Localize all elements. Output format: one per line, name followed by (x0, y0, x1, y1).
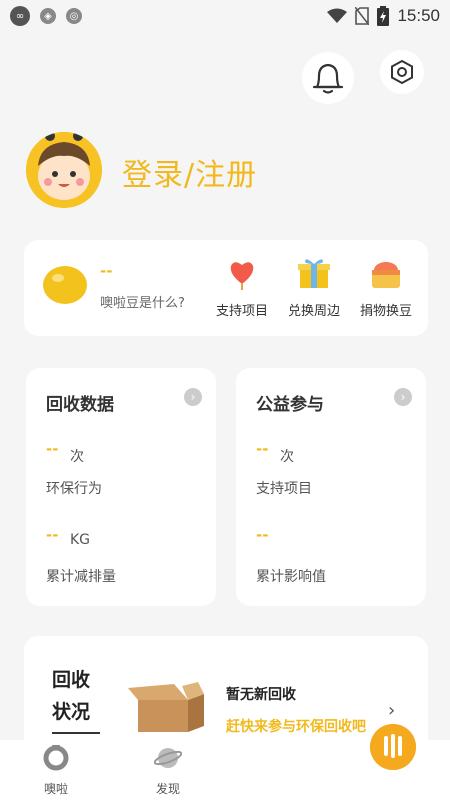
recycle-count-value: -- (46, 440, 59, 458)
gift-box-icon (298, 259, 330, 288)
support-project-button[interactable]: 支持项目 (212, 256, 272, 319)
chrome-app-icon: ◎ (66, 8, 82, 24)
exchange-merch-button[interactable]: 兑换周边 (284, 256, 344, 319)
balloon-heart-icon (230, 262, 254, 290)
ring-icon (43, 745, 69, 771)
support-project-label: 支持项目 (215, 304, 268, 319)
recycle-data-title: 回收数据 (46, 395, 114, 415)
support-count-unit: 次 (280, 449, 294, 465)
support-count-label: 支持项目 (256, 481, 312, 497)
settings-button[interactable] (380, 50, 424, 94)
recycle-cta-link[interactable]: 赶快来参与环保回收吧 (226, 716, 366, 736)
settings-icon (391, 59, 413, 85)
login-register-link[interactable]: 登录/注册 (122, 150, 257, 194)
donate-for-beans-button[interactable]: 捐物换豆 (356, 256, 416, 319)
recycle-status-title-line1: 回收 (52, 669, 91, 691)
bean-count: -- (100, 262, 113, 280)
no-recycle-text: 暂无新回收 (226, 687, 296, 703)
tab-home[interactable]: 噢啦 (26, 744, 86, 797)
impact-value: -- (256, 526, 269, 544)
emission-value: -- (46, 526, 59, 544)
shield-app-icon: ◈ (40, 8, 56, 24)
exchange-merch-label: 兑换周边 (287, 304, 340, 319)
emission-label: 累计减排量 (46, 569, 116, 585)
tab-discover-label: 发现 (155, 782, 180, 796)
mascot-icon (370, 724, 416, 770)
clock: 15:50 (397, 6, 440, 25)
recycle-count-unit: 次 (70, 449, 84, 465)
support-count-value: -- (256, 440, 269, 458)
chevron-right-icon[interactable]: › (184, 388, 202, 406)
title-underline (52, 732, 100, 734)
emission-unit: KG (70, 532, 91, 548)
charity-card[interactable]: 公益参与 › -- 次 支持项目 -- 累计影响值 (236, 368, 426, 606)
tab-discover[interactable]: 发现 (138, 744, 198, 797)
bean-icon (43, 266, 87, 304)
avatar[interactable] (26, 132, 102, 208)
notifications-button[interactable] (302, 52, 354, 104)
planet-icon (153, 748, 183, 768)
recycle-status-title: 回收 状况 (52, 664, 90, 728)
donation-box-icon (372, 262, 400, 288)
recycle-count-label: 环保行为 (46, 481, 102, 497)
empty-box-icon (128, 682, 204, 732)
charity-title: 公益参与 (256, 395, 324, 415)
floating-action-button[interactable] (370, 724, 416, 770)
donate-for-beans-label: 捐物换豆 (359, 304, 412, 319)
battery-charging-icon (377, 6, 390, 26)
chevron-right-icon[interactable]: › (394, 388, 412, 406)
tab-home-label: 噢啦 (43, 782, 68, 796)
wifi-icon (327, 8, 348, 23)
status-bar: ∞ ◈ ◎ 15:50 (0, 0, 450, 32)
bell-icon (312, 63, 344, 94)
recycle-data-card[interactable]: 回收数据 › -- 次 环保行为 -- KG 累计减排量 (26, 368, 216, 606)
recycle-status-title-line2: 状况 (52, 701, 91, 723)
chevron-right-icon[interactable]: › (388, 700, 395, 721)
impact-label: 累计影响值 (256, 569, 326, 585)
infinity-app-icon: ∞ (10, 6, 30, 26)
sim-off-icon (355, 7, 370, 25)
bean-help-link[interactable]: 噢啦豆是什么? (100, 292, 185, 311)
